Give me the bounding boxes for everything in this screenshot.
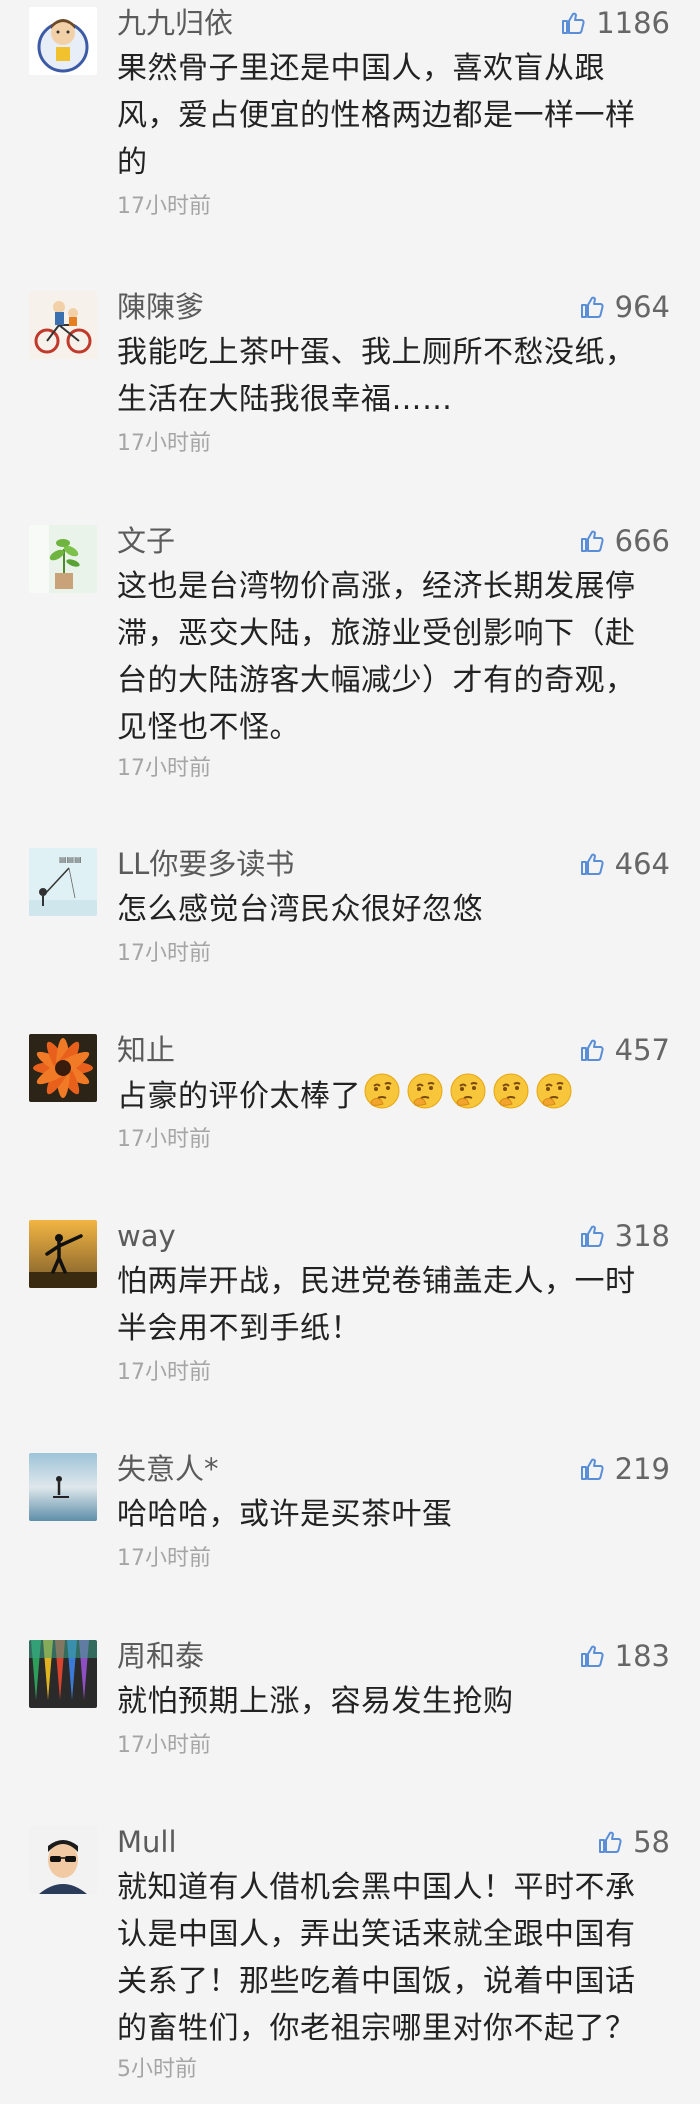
thinking-face-icon [363, 1072, 406, 1124]
like-button[interactable]: 1186 [500, 5, 700, 41]
like-count: 1186 [596, 6, 670, 40]
like-button[interactable]: 457 [500, 1032, 700, 1068]
colored-pencils-avatar-icon[interactable] [29, 1640, 97, 1708]
comment-timestamp: 17小时前 [117, 1127, 211, 1152]
comment-text: 哈哈哈，或许是买茶叶蛋 [117, 1491, 657, 1538]
comment-username[interactable]: 知止 [117, 1032, 175, 1068]
thumbs-up-icon[interactable] [597, 1829, 623, 1855]
comment-username[interactable]: Mull [117, 1824, 177, 1860]
flower-avatar-icon[interactable] [29, 1034, 97, 1102]
comment-timestamp: 17小时前 [117, 1733, 211, 1758]
like-count: 58 [633, 1825, 670, 1859]
comment-text: 我能吃上茶叶蛋、我上厕所不愁没纸，生活在大陆我很幸福…… [117, 329, 657, 423]
bicycle-avatar-icon[interactable] [29, 291, 97, 359]
like-button[interactable]: 464 [500, 846, 700, 882]
comment-text-content: 占豪的评价太棒了 [117, 1079, 361, 1114]
thumbs-up-icon[interactable] [579, 1037, 605, 1063]
comment-text-content: 哈哈哈，或许是买茶叶蛋 [117, 1497, 453, 1532]
comment-username[interactable]: 失意人* [117, 1451, 219, 1487]
thinking-face-icon [406, 1072, 449, 1124]
like-count: 219 [614, 1452, 670, 1486]
comment-username[interactable]: 陳陳爹 [117, 289, 204, 325]
comment-timestamp: 5小时前 [117, 2057, 197, 2082]
like-count: 457 [614, 1033, 670, 1067]
comment-timestamp: 17小时前 [117, 941, 211, 966]
thumbs-up-icon[interactable] [560, 10, 586, 36]
comment-username[interactable]: 九九归依 [117, 5, 233, 41]
comment-text-content: 我能吃上茶叶蛋、我上厕所不愁没纸，生活在大陆我很幸福…… [117, 335, 636, 417]
like-button[interactable]: 219 [500, 1451, 700, 1487]
like-count: 183 [614, 1639, 670, 1673]
lake-avatar-icon[interactable] [29, 1453, 97, 1521]
like-button[interactable]: 183 [500, 1638, 700, 1674]
svg-text:▤▤▤: ▤▤▤ [59, 855, 82, 864]
thinking-face-icon [492, 1072, 535, 1124]
like-button[interactable]: 964 [500, 289, 700, 325]
thinking-face-icon [535, 1072, 578, 1124]
comment-text: 就怕预期上涨，容易发生抢购 [117, 1678, 657, 1725]
emoji-row [363, 1072, 578, 1124]
thumbs-up-icon[interactable] [579, 528, 605, 554]
thinking-face-icon [449, 1072, 492, 1124]
thumbs-up-icon[interactable] [579, 851, 605, 877]
like-count: 964 [614, 290, 670, 324]
plant-avatar-icon[interactable] [29, 525, 97, 593]
like-count: 464 [614, 847, 670, 881]
comment-username[interactable]: 文子 [117, 523, 175, 559]
comment-feed: 九九归依 1186 果然骨子里还是中国人，喜欢盲从跟风，爱占便宜的性格两边都是一样一… [0, 0, 700, 2104]
thumbs-up-icon[interactable] [579, 1456, 605, 1482]
like-button[interactable]: 318 [500, 1218, 700, 1254]
comment-text-content: 这也是台湾物价高涨，经济长期发展停滞，恶交大陆，旅游业受创影响下（赴台的大陆游客… [117, 569, 636, 745]
thumbs-up-icon[interactable] [579, 1223, 605, 1249]
like-count: 666 [614, 524, 670, 558]
comment-username[interactable]: LL你要多读书 [117, 846, 294, 882]
like-button[interactable]: 666 [500, 523, 700, 559]
comment-text-content: 就怕预期上涨，容易发生抢购 [117, 1684, 514, 1719]
man-sunglasses-avatar-icon[interactable] [29, 1826, 97, 1894]
comment-timestamp: 17小时前 [117, 1360, 211, 1385]
comment-timestamp: 17小时前 [117, 1546, 211, 1571]
like-count: 318 [614, 1219, 670, 1253]
comment-username[interactable]: 周和泰 [117, 1638, 204, 1674]
thumbs-up-icon[interactable] [579, 294, 605, 320]
comment-text: 这也是台湾物价高涨，经济长期发展停滞，恶交大陆，旅游业受创影响下（赴台的大陆游客… [117, 563, 657, 751]
fishing-avatar-icon[interactable]: ▤▤▤ [29, 848, 97, 916]
comment-text: 怕两岸开战，民进党卷铺盖走人，一时半会用不到手纸！ [117, 1258, 657, 1352]
comment-text: 怎么感觉台湾民众很好忽悠 [117, 886, 657, 933]
like-button[interactable]: 58 [500, 1824, 700, 1860]
boy-avatar-icon[interactable] [29, 7, 97, 75]
comment-timestamp: 17小时前 [117, 194, 211, 219]
comment-timestamp: 17小时前 [117, 756, 211, 781]
comment-text: 果然骨子里还是中国人，喜欢盲从跟风，爱占便宜的性格两边都是一样一样的 [117, 45, 657, 186]
comment-text-content: 果然骨子里还是中国人，喜欢盲从跟风，爱占便宜的性格两边都是一样一样的 [117, 51, 636, 180]
comment-text-content: 怕两岸开战，民进党卷铺盖走人，一时半会用不到手纸！ [117, 1264, 636, 1346]
comment-timestamp: 17小时前 [117, 431, 211, 456]
kick-silhouette-avatar-icon[interactable] [29, 1220, 97, 1288]
comment-text-content: 就知道有人借机会黑中国人！平时不承认是中国人，弄出笑话来就全跟中国有关系了！那些… [117, 1870, 636, 2046]
comment-text: 占豪的评价太棒了 [117, 1072, 657, 1124]
comment-text-content: 怎么感觉台湾民众很好忽悠 [117, 892, 483, 927]
comment-text: 就知道有人借机会黑中国人！平时不承认是中国人，弄出笑话来就全跟中国有关系了！那些… [117, 1864, 657, 2052]
thumbs-up-icon[interactable] [579, 1643, 605, 1669]
comment-username[interactable]: way [117, 1218, 176, 1254]
